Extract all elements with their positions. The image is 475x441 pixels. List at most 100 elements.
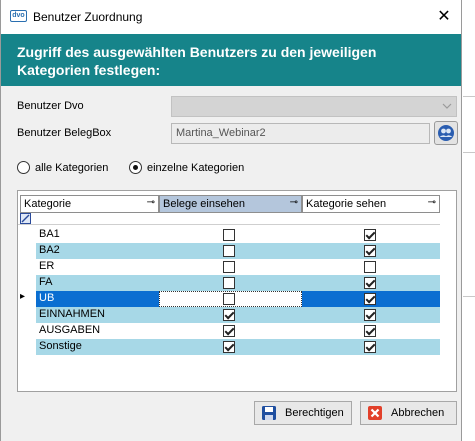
user-group-icon xyxy=(438,125,454,141)
row-indicator-icon xyxy=(20,323,34,339)
radio-all-categories[interactable]: alle Kategorien xyxy=(17,161,108,174)
cell-kategorie-sehen[interactable] xyxy=(302,339,440,355)
belege-einsehen-checkbox[interactable] xyxy=(223,325,235,337)
grid-header: Kategorie ⊸ Belege einsehen ⊸ Kategorie … xyxy=(18,195,440,213)
kategorie-sehen-checkbox[interactable] xyxy=(364,277,376,289)
row-indicator-icon: ▸ xyxy=(20,291,26,302)
kategorie-sehen-checkbox[interactable] xyxy=(364,309,376,321)
kategorie-sehen-checkbox[interactable] xyxy=(364,293,376,305)
column-header-kategorie[interactable]: Kategorie ⊸ xyxy=(20,195,159,213)
benutzer-belegbox-field[interactable]: Martina_Webinar2 xyxy=(171,123,430,144)
background-divider xyxy=(463,296,475,297)
header-text: Zugriff des ausgewählten Benutzers zu de… xyxy=(17,44,377,78)
row-indicator-icon xyxy=(20,339,34,355)
abbrechen-button[interactable]: Abbrechen xyxy=(360,401,457,425)
kategorie-sehen-checkbox[interactable] xyxy=(364,341,376,353)
cell-belege-einsehen[interactable] xyxy=(159,227,302,243)
cell-kategorie-sehen[interactable] xyxy=(302,259,440,275)
berechtigen-button[interactable]: Berechtigen xyxy=(254,401,352,425)
cell-kategorie[interactable]: AUSGABEN xyxy=(36,323,159,339)
belege-einsehen-checkbox[interactable] xyxy=(223,293,235,305)
title-bar: dvo Benutzer Zuordnung ✕ xyxy=(1,0,461,34)
filter-row[interactable] xyxy=(18,213,440,225)
table-row[interactable]: BA1 xyxy=(18,227,440,243)
dialog-window: dvo Benutzer Zuordnung ✕ Zugriff des aus… xyxy=(0,0,462,441)
cell-belege-einsehen[interactable] xyxy=(159,259,302,275)
cell-kategorie-sehen[interactable] xyxy=(302,323,440,339)
cancel-icon xyxy=(368,406,382,420)
belege-einsehen-checkbox[interactable] xyxy=(223,277,235,289)
cell-kategorie-sehen[interactable] xyxy=(302,227,440,243)
cell-kategorie[interactable]: BA1 xyxy=(36,227,159,243)
kategorie-sehen-checkbox[interactable] xyxy=(364,245,376,257)
column-header-kategorie-sehen-label: Kategorie sehen xyxy=(306,198,387,210)
cell-belege-einsehen[interactable] xyxy=(159,243,302,259)
berechtigen-label: Berechtigen xyxy=(285,407,344,419)
cell-kategorie-sehen[interactable] xyxy=(302,275,440,291)
row-indicator-icon xyxy=(20,259,34,275)
pin-icon[interactable]: ⊸ xyxy=(428,197,436,208)
cell-kategorie[interactable]: BA2 xyxy=(36,243,159,259)
cell-belege-einsehen[interactable] xyxy=(159,323,302,339)
kategorie-sehen-checkbox[interactable] xyxy=(364,229,376,241)
save-icon xyxy=(262,406,276,420)
filter-icon[interactable] xyxy=(20,213,31,224)
dvo-app-icon: dvo xyxy=(10,10,27,22)
belege-einsehen-checkbox[interactable] xyxy=(223,245,235,257)
cell-belege-einsehen[interactable] xyxy=(159,275,302,291)
benutzer-dvo-combobox[interactable] xyxy=(171,96,457,117)
cell-kategorie-sehen[interactable] xyxy=(302,243,440,259)
radio-single-circle[interactable] xyxy=(129,161,142,174)
cell-belege-einsehen[interactable] xyxy=(159,307,302,323)
belege-einsehen-checkbox[interactable] xyxy=(223,341,235,353)
row-indicator-icon xyxy=(20,227,34,243)
header-banner: Zugriff des ausgewählten Benutzers zu de… xyxy=(1,34,461,86)
cell-belege-einsehen[interactable] xyxy=(159,339,302,355)
row-indicator-icon xyxy=(20,243,34,259)
row-indicator-icon xyxy=(20,307,34,323)
table-row[interactable]: EINNAHMEN xyxy=(18,307,440,323)
table-row[interactable]: ER xyxy=(18,259,440,275)
row-indicator-icon xyxy=(20,275,34,291)
kategorie-sehen-checkbox[interactable] xyxy=(364,261,376,273)
column-header-belege-label: Belege einsehen xyxy=(163,198,245,210)
cell-kategorie[interactable]: Sonstige xyxy=(36,339,159,355)
column-header-kategorie-label: Kategorie xyxy=(24,198,72,210)
background-divider xyxy=(463,152,475,153)
radio-all-label: alle Kategorien xyxy=(35,161,109,174)
select-user-button[interactable] xyxy=(434,121,458,145)
radio-single-categories[interactable]: einzelne Kategorien xyxy=(129,161,244,174)
table-row[interactable]: AUSGABEN xyxy=(18,323,440,339)
cell-kategorie[interactable]: ER xyxy=(36,259,159,275)
window-title: Benutzer Zuordnung xyxy=(33,10,143,24)
cell-kategorie-sehen[interactable] xyxy=(302,291,440,307)
cell-kategorie[interactable]: EINNAHMEN xyxy=(36,307,159,323)
table-row[interactable]: ▸ UB xyxy=(18,291,440,307)
abbrechen-label: Abbrechen xyxy=(391,407,445,419)
radio-all-circle[interactable] xyxy=(17,161,30,174)
background-strip xyxy=(463,0,475,441)
background-divider xyxy=(463,96,475,97)
cell-kategorie[interactable]: FA xyxy=(36,275,159,291)
pin-icon[interactable]: ⊸ xyxy=(290,197,298,208)
benutzer-dvo-label: Benutzer Dvo xyxy=(17,100,84,112)
belege-einsehen-checkbox[interactable] xyxy=(223,261,235,273)
close-icon[interactable]: ✕ xyxy=(433,6,455,28)
table-row[interactable]: FA xyxy=(18,275,440,291)
categories-grid: Kategorie ⊸ Belege einsehen ⊸ Kategorie … xyxy=(17,190,457,392)
cell-kategorie-sehen[interactable] xyxy=(302,307,440,323)
pin-icon[interactable]: ⊸ xyxy=(147,197,155,208)
cell-belege-einsehen[interactable] xyxy=(159,291,302,307)
column-header-belege[interactable]: Belege einsehen ⊸ xyxy=(159,195,302,213)
filter-glyph-icon xyxy=(21,214,30,223)
belege-einsehen-checkbox[interactable] xyxy=(223,309,235,321)
belege-einsehen-checkbox[interactable] xyxy=(223,229,235,241)
kategorie-sehen-checkbox[interactable] xyxy=(364,325,376,337)
table-row[interactable]: BA2 xyxy=(18,243,440,259)
cell-kategorie[interactable]: UB xyxy=(36,291,159,307)
chevron-down-icon xyxy=(442,103,452,109)
table-row[interactable]: Sonstige xyxy=(18,339,440,355)
benutzer-belegbox-label: Benutzer BelegBox xyxy=(17,127,112,139)
column-header-kategorie-sehen[interactable]: Kategorie sehen ⊸ xyxy=(302,195,440,213)
radio-single-label: einzelne Kategorien xyxy=(147,161,245,174)
